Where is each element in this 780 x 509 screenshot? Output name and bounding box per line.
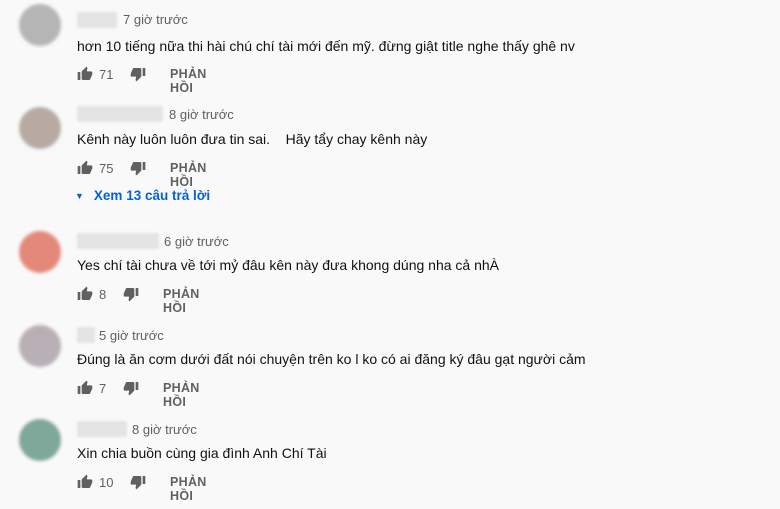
avatar[interactable] xyxy=(19,231,61,273)
reply-button[interactable]: PHẢN HỒI xyxy=(170,67,207,95)
thumbs-up-icon[interactable] xyxy=(77,160,93,176)
thumbs-up-icon[interactable] xyxy=(77,380,93,396)
author-name-blurred[interactable] xyxy=(77,327,95,343)
comment-text: Kênh này luôn luôn đưa tin sai. Hãy tẩy … xyxy=(77,131,428,147)
author-name-blurred[interactable] xyxy=(77,421,127,437)
avatar[interactable] xyxy=(19,107,61,149)
like-count: 10 xyxy=(99,475,114,490)
like-count: 75 xyxy=(99,161,114,176)
comment-timestamp[interactable]: 5 giờ trước xyxy=(99,328,164,343)
thumbs-up-icon[interactable] xyxy=(77,474,93,490)
view-replies-toggle[interactable]: ▼ Xem 13 câu trả lời xyxy=(75,188,210,203)
reply-button[interactable]: PHẢN HỒI xyxy=(170,161,207,189)
comment-text: Đúng là ăn cơm dưới đất nói chuyện trên … xyxy=(77,351,586,367)
comment-text: hơn 10 tiếng nữa thi hài chú chí tài mới… xyxy=(77,38,575,54)
thumbs-down-icon[interactable] xyxy=(130,160,146,176)
thumbs-down-icon[interactable] xyxy=(123,286,139,302)
thumbs-up-icon[interactable] xyxy=(77,66,93,82)
comment-timestamp[interactable]: 7 giờ trước xyxy=(123,12,188,27)
author-name-blurred[interactable] xyxy=(77,233,159,249)
comment-timestamp[interactable]: 8 giờ trước xyxy=(132,422,197,437)
thumbs-down-icon[interactable] xyxy=(130,66,146,82)
reply-button[interactable]: PHẢN HỒI xyxy=(170,475,207,503)
avatar[interactable] xyxy=(19,4,61,46)
comment-text: Xin chia buồn cùng gia đình Anh Chí Tài xyxy=(77,445,327,461)
comment-text: Yes chí tài chưa về tới mỷ đâu kên này đ… xyxy=(77,257,500,273)
comment-timestamp[interactable]: 8 giờ trước xyxy=(169,107,234,122)
author-name-blurred[interactable] xyxy=(77,12,117,28)
triangle-down-icon: ▼ xyxy=(75,191,84,201)
reply-button[interactable]: PHẢN HỒI xyxy=(163,381,200,409)
like-count: 7 xyxy=(99,381,107,396)
thumbs-up-icon[interactable] xyxy=(77,286,93,302)
like-count: 8 xyxy=(99,287,107,302)
author-name-blurred[interactable] xyxy=(77,106,163,122)
like-count: 71 xyxy=(99,67,114,82)
reply-button[interactable]: PHẢN HỒI xyxy=(163,287,200,315)
comment-timestamp[interactable]: 6 giờ trước xyxy=(164,234,229,249)
thumbs-down-icon[interactable] xyxy=(123,380,139,396)
view-replies-label: Xem 13 câu trả lời xyxy=(93,188,211,203)
avatar[interactable] xyxy=(19,325,61,367)
avatar[interactable] xyxy=(19,419,61,461)
thumbs-down-icon[interactable] xyxy=(130,474,146,490)
